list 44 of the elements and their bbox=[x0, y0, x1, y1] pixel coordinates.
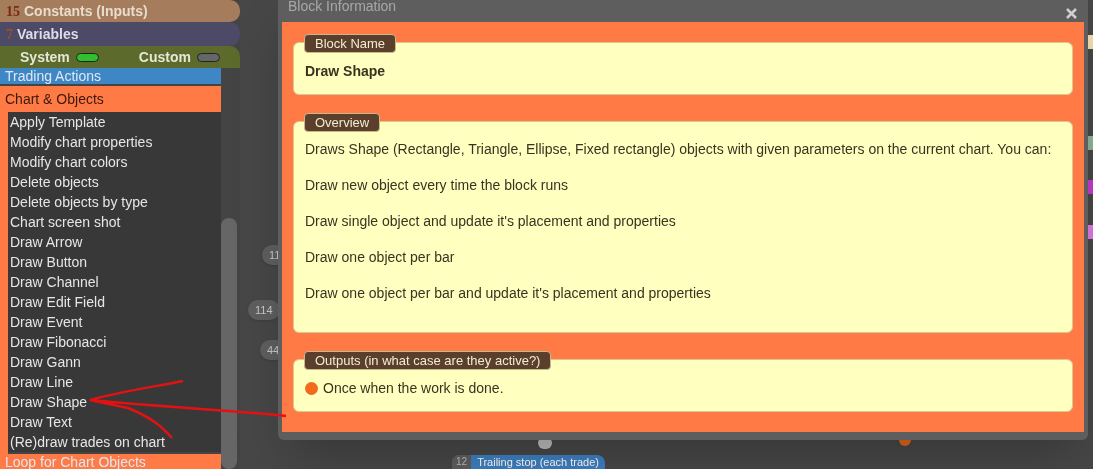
block-list-item[interactable]: Draw Line bbox=[10, 372, 221, 392]
variables-label: Variables bbox=[17, 24, 79, 44]
block-list-item[interactable]: Draw Button bbox=[10, 252, 221, 272]
block-list-item[interactable]: Apply Template bbox=[10, 112, 221, 132]
block-list-item[interactable]: Draw Text bbox=[10, 412, 221, 432]
toggle-switch[interactable] bbox=[197, 52, 220, 62]
scrollbar[interactable] bbox=[221, 218, 237, 469]
block-list-item[interactable]: Modify chart colors bbox=[10, 152, 221, 172]
overview-paragraph: Draw single object and update it's placement and properties bbox=[305, 212, 677, 230]
block-list-item[interactable]: (Re)draw trades on chart bbox=[10, 432, 221, 452]
block-list-item[interactable]: Draw Gann bbox=[10, 352, 221, 372]
trailing-stop-node[interactable]: 12 Trailing stop (each trade) bbox=[452, 455, 605, 469]
section-heading: Block Name bbox=[304, 34, 397, 53]
block-list-item[interactable]: Draw Fibonacci bbox=[10, 332, 221, 352]
category-header[interactable]: Chart & Objects bbox=[0, 86, 221, 112]
block-list-item[interactable]: Draw Channel bbox=[10, 272, 221, 292]
block-list-item[interactable]: Draw Shape bbox=[10, 392, 221, 412]
output-text: Once when the work is done. bbox=[323, 379, 504, 398]
constants-label: Constants (Inputs) bbox=[24, 1, 148, 21]
node-badge[interactable]: 114 bbox=[248, 300, 280, 320]
close-icon[interactable] bbox=[1065, 7, 1078, 20]
overview-paragraph: Draw new object every time the block runs bbox=[305, 176, 569, 194]
node-badge: 12 bbox=[452, 455, 472, 469]
block-list-item[interactable]: Modify chart properties bbox=[10, 132, 221, 152]
constants-count: 15 bbox=[6, 2, 20, 21]
variables-header[interactable]: 7 Variables bbox=[0, 22, 240, 46]
window-title: Block Information bbox=[288, 0, 397, 16]
block-list-item[interactable]: Draw Event bbox=[10, 312, 221, 332]
overview-paragraph: Draw one object per bar and update it's placement and properties bbox=[305, 284, 712, 302]
node-label: Trailing stop (each trade) bbox=[476, 455, 600, 469]
block-list-item[interactable]: Draw Arrow bbox=[10, 232, 221, 252]
toggle-label: Custom bbox=[138, 47, 191, 67]
block-list-item[interactable]: Chart screen shot bbox=[10, 212, 221, 232]
block-list-item[interactable]: Delete objects by type bbox=[10, 192, 221, 212]
block-name: Draw Shape bbox=[305, 62, 387, 81]
overview-paragraph: Draw one object per bar bbox=[305, 248, 456, 266]
block-list-item[interactable]: Delete objects bbox=[10, 172, 221, 192]
block-list-item[interactable]: Draw Edit Field bbox=[10, 292, 221, 312]
variables-count: 7 bbox=[6, 25, 13, 44]
section-heading: Outputs (in what case are they active?) bbox=[304, 351, 552, 370]
toggle-switch[interactable] bbox=[75, 52, 99, 62]
toggle-label: System bbox=[20, 47, 70, 67]
overview-paragraph: Draws Shape (Rectangle, Triangle, Ellipse, Fixed rectangle) objects with given parameters on the current chart. You can: bbox=[305, 140, 1053, 158]
section-heading: Overview bbox=[304, 113, 381, 132]
